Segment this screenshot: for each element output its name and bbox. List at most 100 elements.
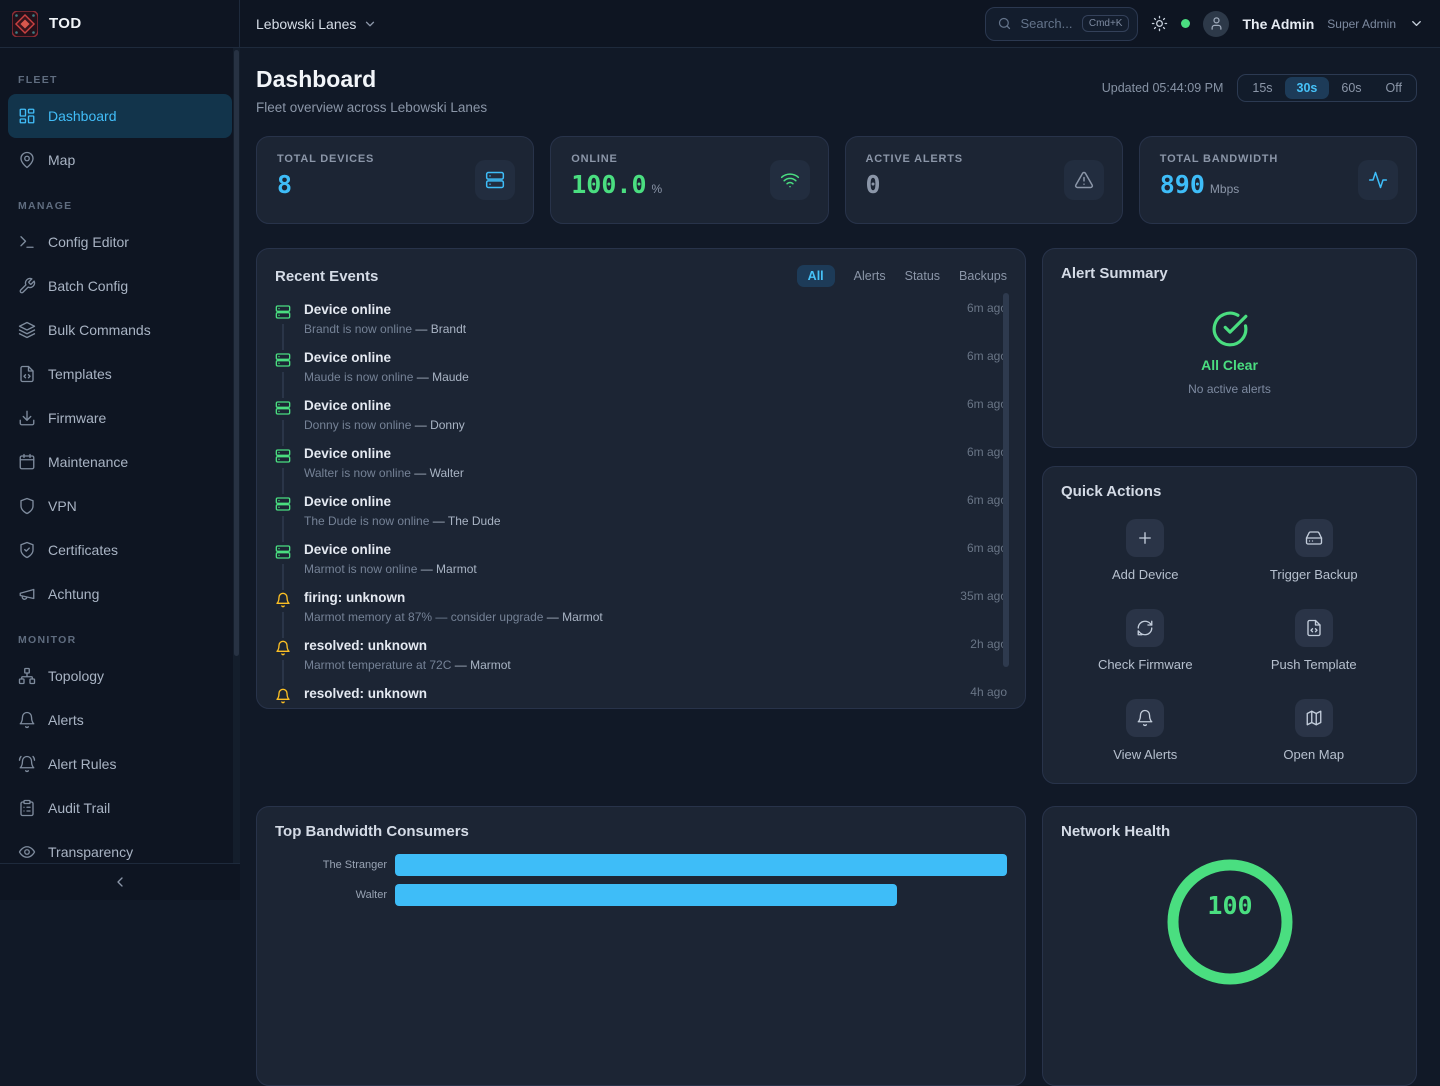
event-subtitle: Marmot temperature at 72C — Marmot xyxy=(304,658,957,672)
interval-button-off[interactable]: Off xyxy=(1374,77,1414,99)
wrench-icon xyxy=(18,277,36,295)
sidebar-item-vpn[interactable]: VPN xyxy=(8,484,232,528)
search-shortcut-badge: Cmd+K xyxy=(1082,15,1130,32)
sidebar-item-topology[interactable]: Topology xyxy=(8,654,232,698)
event-subtitle: Marmot is now online — Marmot xyxy=(304,562,954,576)
sidebar-item-certificates[interactable]: Certificates xyxy=(8,528,232,572)
event-subtitle: Walter is now online — Walter xyxy=(304,466,954,480)
sidebar-item-audit-trail[interactable]: Audit Trail xyxy=(8,786,232,830)
event-time: 6m ago xyxy=(967,445,1007,493)
recent-events-panel: Recent Events All Alerts Status Backups Dev… xyxy=(256,248,1026,709)
event-row[interactable]: Device onlineDonny is now online — Donny… xyxy=(275,397,1007,445)
quick-action-label: Trigger Backup xyxy=(1270,567,1358,582)
event-row[interactable]: firing: unknownMarmot memory at 87% — co… xyxy=(275,589,1007,637)
bandwidth-bars: The Stranger Walter xyxy=(275,854,1007,906)
quick-action-push-template[interactable]: Push Template xyxy=(1230,609,1399,672)
bandwidth-bar-row: Walter xyxy=(275,884,1007,906)
event-title: Device online xyxy=(304,301,954,319)
search-input[interactable]: Search... Cmd+K xyxy=(985,7,1138,41)
sidebar-item-label: Firmware xyxy=(48,410,106,426)
fleet-selector[interactable]: Lebowski Lanes xyxy=(256,16,377,32)
stat-card-total-devices: TOTAL DEVICES8 xyxy=(256,136,534,224)
sidebar-item-label: Transparency xyxy=(48,844,133,860)
quick-action-open-map[interactable]: Open Map xyxy=(1230,699,1399,762)
recent-events-title: Recent Events xyxy=(275,268,378,285)
event-target: — Donny xyxy=(415,418,465,432)
quick-action-view-alerts[interactable]: View Alerts xyxy=(1061,699,1230,762)
sidebar-item-map[interactable]: Map xyxy=(8,138,232,182)
sidebar-item-maintenance[interactable]: Maintenance xyxy=(8,440,232,484)
events-tab-alerts[interactable]: Alerts xyxy=(854,269,886,283)
sun-icon xyxy=(1151,15,1168,32)
event-target: — Brandt xyxy=(415,322,466,336)
network-health-panel: Network Health 100 xyxy=(1042,806,1417,1086)
updated-timestamp: Updated 05:44:09 PM xyxy=(1102,81,1224,95)
bell-icon xyxy=(275,590,291,612)
quick-action-trigger-backup[interactable]: Trigger Backup xyxy=(1230,519,1399,582)
sidebar-item-templates[interactable]: Templates xyxy=(8,352,232,396)
page-subtitle: Fleet overview across Lebowski Lanes xyxy=(256,100,487,115)
interval-button-60s[interactable]: 60s xyxy=(1329,77,1373,99)
event-row[interactable]: resolved: unknownMarmot temperature at 7… xyxy=(275,637,1007,685)
event-body: Device onlineDonny is now online — Donny xyxy=(304,397,954,445)
sidebar-item-transparency[interactable]: Transparency xyxy=(8,830,232,863)
quick-action-label: Open Map xyxy=(1283,747,1344,762)
events-tab-backups[interactable]: Backups xyxy=(959,269,1007,283)
interval-button-30s[interactable]: 30s xyxy=(1285,77,1330,99)
bandwidth-bar xyxy=(395,854,1007,876)
sidebar-item-label: Achtung xyxy=(48,586,99,602)
alert-detail-text: No active alerts xyxy=(1188,382,1271,396)
sidebar-item-alert-rules[interactable]: Alert Rules xyxy=(8,742,232,786)
network-icon xyxy=(18,667,36,685)
user-menu-button[interactable] xyxy=(1409,16,1424,31)
sidebar-scrollbar-thumb[interactable] xyxy=(234,50,239,656)
events-tab-all[interactable]: All xyxy=(797,265,835,287)
sidebar-item-achtung[interactable]: Achtung xyxy=(8,572,232,616)
quick-action-check-firmware[interactable]: Check Firmware xyxy=(1061,609,1230,672)
events-tab-status[interactable]: Status xyxy=(905,269,940,283)
bandwidth-panel: Top Bandwidth Consumers The StrangerWalt… xyxy=(256,806,1026,1086)
event-row[interactable]: Device onlineMaude is now online — Maude… xyxy=(275,349,1007,397)
sidebar-item-dashboard[interactable]: Dashboard xyxy=(8,94,232,138)
stat-card-online: ONLINE100.0% xyxy=(550,136,828,224)
event-time: 4h ago xyxy=(970,685,1007,709)
bandwidth-bar-label: Walter xyxy=(275,889,387,901)
event-body: Device onlineMarmot is now online — Marm… xyxy=(304,541,954,589)
event-row[interactable]: Device onlineBrandt is now online — Bran… xyxy=(275,301,1007,349)
bell-icon xyxy=(18,711,36,729)
quick-actions-panel: Quick Actions Add DeviceTrigger BackupCh… xyxy=(1042,466,1417,784)
sidebar-item-batch-config[interactable]: Batch Config xyxy=(8,264,232,308)
event-row[interactable]: Device onlineWalter is now online — Walt… xyxy=(275,445,1007,493)
stat-unit: % xyxy=(652,182,663,196)
event-row[interactable]: Device onlineThe Dude is now online — Th… xyxy=(275,493,1007,541)
stats-row: TOTAL DEVICES8ONLINE100.0%ACTIVE ALERTS0… xyxy=(256,136,1417,224)
sidebar-item-bulk-commands[interactable]: Bulk Commands xyxy=(8,308,232,352)
server-icon xyxy=(275,542,291,564)
sidebar-item-firmware[interactable]: Firmware xyxy=(8,396,232,440)
sidebar-collapse-button[interactable] xyxy=(0,863,240,900)
bell-icon xyxy=(1126,699,1164,737)
brand: TOD xyxy=(0,0,240,47)
quick-action-add-device[interactable]: Add Device xyxy=(1061,519,1230,582)
map-pin-icon xyxy=(18,151,36,169)
event-target: — Marmot xyxy=(547,610,603,624)
server-icon xyxy=(275,302,291,324)
megaphone-icon xyxy=(18,585,36,603)
sidebar-item-config-editor[interactable]: Config Editor xyxy=(8,220,232,264)
network-health-gauge: 100 xyxy=(1061,852,1398,992)
event-row[interactable]: resolved: unknown4h ago xyxy=(275,685,1007,709)
bandwidth-bar xyxy=(395,884,897,906)
user-name: The Admin xyxy=(1242,16,1314,32)
bell-ring-icon xyxy=(18,755,36,773)
network-health-title: Network Health xyxy=(1061,823,1170,840)
events-scrollbar-thumb[interactable] xyxy=(1003,293,1009,667)
avatar[interactable] xyxy=(1203,11,1229,37)
sidebar-item-alerts[interactable]: Alerts xyxy=(8,698,232,742)
bandwidth-bar-row: The Stranger xyxy=(275,854,1007,876)
event-row[interactable]: Device onlineMarmot is now online — Marm… xyxy=(275,541,1007,589)
alert-triangle-icon xyxy=(1064,160,1104,200)
stat-value: 0 xyxy=(866,171,881,199)
theme-toggle-button[interactable] xyxy=(1151,15,1168,32)
event-target: — Walter xyxy=(414,466,464,480)
interval-button-15s[interactable]: 15s xyxy=(1240,77,1284,99)
